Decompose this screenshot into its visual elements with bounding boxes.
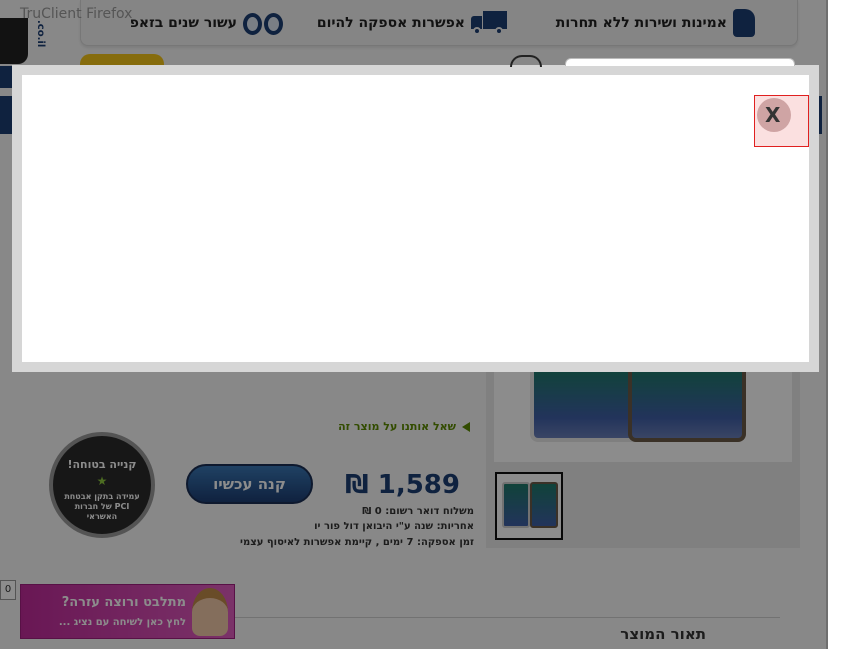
close-button[interactable]: X	[754, 95, 809, 147]
close-label: X	[765, 103, 781, 127]
browser-label: TruClient Firefox	[20, 6, 133, 22]
popup-dialog: X	[12, 65, 819, 372]
product-page: אמינות ושירות ללא תחרות אפשרות אספקה להי…	[0, 0, 826, 649]
search-input[interactable]	[565, 58, 795, 66]
window-edge	[826, 0, 828, 649]
popup-content	[22, 75, 809, 362]
user-icon[interactable]	[510, 55, 542, 67]
